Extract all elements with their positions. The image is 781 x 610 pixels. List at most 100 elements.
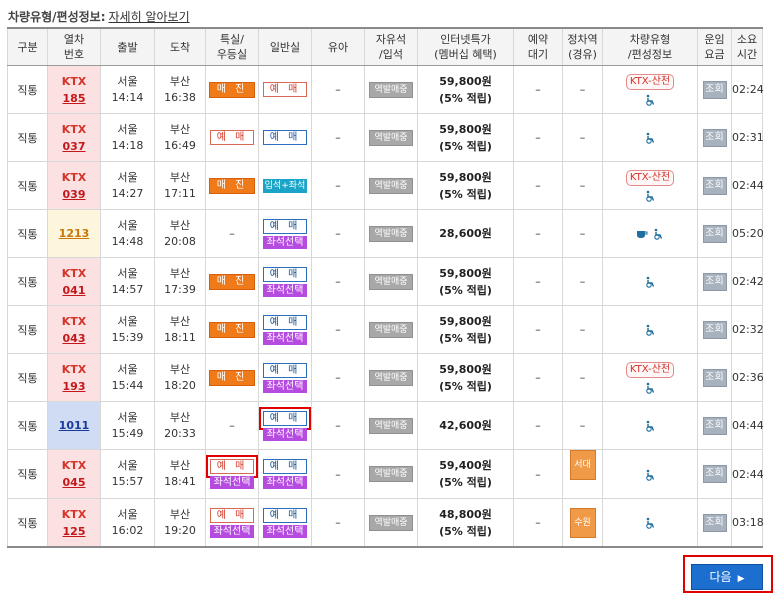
- composition-info-link[interactable]: 자세히 알아보기: [109, 10, 190, 24]
- station-sale-badge: 역발매중: [369, 466, 413, 482]
- standard-cell: 예 매: [258, 113, 312, 162]
- table-row: 직통 1213 서울 14:48 부산 20:08 – 예 매 좌석선택 – 역발매중…: [7, 209, 764, 258]
- reserve-button[interactable]: 예 매: [263, 459, 307, 474]
- waitlist-cell: –: [513, 498, 563, 548]
- station-sale-badge: 역발매중: [369, 273, 413, 290]
- train-no-link[interactable]: 041: [48, 282, 100, 299]
- train-no-link[interactable]: 039: [48, 186, 100, 203]
- fare-cell: 조회: [697, 401, 732, 450]
- fare-inquiry-button[interactable]: 조회: [702, 465, 727, 483]
- fare-inquiry-button[interactable]: 조회: [702, 368, 727, 387]
- train-cell: KTX 037: [47, 113, 101, 162]
- fare-cell: 조회: [697, 209, 732, 258]
- via-cell: 서대구: [562, 449, 603, 499]
- ktx-sancheon-badge[interactable]: KTX-산천: [625, 73, 675, 90]
- via-station-button[interactable]: 서대구: [569, 450, 596, 498]
- waitlist-cell: –: [513, 161, 563, 210]
- train-no-link[interactable]: 125: [48, 523, 100, 540]
- standard-cell: 예 매 좌석선택: [258, 209, 312, 258]
- station-sale-badge: 역발매중: [369, 514, 413, 531]
- dep-cell: 서울 16:02: [100, 498, 155, 548]
- train-no-link[interactable]: 185: [48, 90, 100, 107]
- wheelchair-icon: [646, 382, 655, 394]
- car-type-cell: [602, 209, 698, 258]
- header-wait: 예약 대기: [513, 27, 563, 66]
- header-dur: 소요 시간: [731, 27, 763, 66]
- price-cell: 59,800원 (5% 적립): [417, 65, 514, 114]
- reserve-button[interactable]: 예 매: [210, 507, 254, 523]
- arr-cell: 부산 16:49: [154, 113, 206, 162]
- train-no-link[interactable]: 045: [48, 474, 100, 491]
- waitlist-cell: –: [513, 449, 563, 499]
- duration-cell: 02:32: [731, 305, 764, 354]
- waitlist-cell: –: [513, 65, 563, 114]
- duration-cell: 02:44: [731, 449, 764, 499]
- fare-inquiry-button[interactable]: 조회: [702, 320, 727, 339]
- via-station-button[interactable]: 수원: [569, 507, 596, 538]
- first-class-cell: –: [205, 209, 259, 258]
- first-class-cell: 매 진: [205, 305, 259, 354]
- ktx-sancheon-badge[interactable]: KTX-산천: [625, 169, 675, 186]
- train-no-link[interactable]: 037: [48, 138, 100, 155]
- free-seat-cell: 역발매중: [364, 401, 418, 450]
- fare-inquiry-button[interactable]: 조회: [702, 80, 727, 99]
- type-cell: 직통: [7, 498, 48, 548]
- fare-inquiry-button[interactable]: 조회: [702, 128, 727, 147]
- seat-select-button[interactable]: 좌석선택: [210, 476, 254, 489]
- fare-inquiry-button[interactable]: 조회: [702, 513, 727, 532]
- fare-inquiry-button[interactable]: 조회: [702, 224, 727, 243]
- reserve-button[interactable]: 예 매: [263, 507, 307, 523]
- standard-cell: 예 매 좌석선택: [258, 257, 312, 306]
- reserve-button[interactable]: 예 매: [263, 218, 307, 234]
- car-type-cell: [602, 449, 698, 499]
- fare-inquiry-button[interactable]: 조회: [702, 416, 727, 435]
- free-seat-cell: 역발매중: [364, 257, 418, 306]
- fare-inquiry-button[interactable]: 조회: [702, 176, 727, 195]
- reserve-button[interactable]: 예 매: [263, 130, 307, 145]
- arr-cell: 부산 20:33: [154, 401, 206, 450]
- train-no-link[interactable]: 193: [48, 378, 100, 395]
- wheelchair-icon: [646, 94, 655, 106]
- composition-info-label: 차량유형/편성정보:: [8, 10, 106, 24]
- seat-select-button[interactable]: 좌석선택: [210, 524, 254, 538]
- seat-select-button[interactable]: 좌석선택: [263, 235, 307, 249]
- reserve-button[interactable]: 예 매: [263, 266, 307, 282]
- standard-cell: 예 매좌석선택: [258, 449, 312, 499]
- wheelchair-icon: [646, 324, 655, 336]
- via-cell: –: [562, 257, 603, 306]
- reserve-button[interactable]: 예 매: [263, 314, 307, 330]
- waitlist-cell: –: [513, 401, 563, 450]
- type-cell: 직통: [7, 113, 48, 162]
- train-no-link[interactable]: 043: [48, 330, 100, 347]
- first-class-cell: 매 진: [205, 65, 259, 114]
- child-cell: –: [311, 305, 365, 354]
- wheelchair-icon: [646, 469, 655, 481]
- type-cell: 직통: [7, 257, 48, 306]
- train-no-link[interactable]: 1011: [48, 417, 100, 434]
- seat-select-button[interactable]: 좌석선택: [263, 331, 307, 345]
- station-sale-badge: 역발매중: [369, 369, 413, 386]
- seat-select-button[interactable]: 좌석선택: [263, 427, 307, 441]
- seat-select-button[interactable]: 좌석선택: [263, 476, 307, 489]
- wheelchair-icon: [646, 517, 655, 529]
- child-cell: –: [311, 401, 365, 450]
- ktx-sancheon-badge[interactable]: KTX-산천: [625, 361, 675, 378]
- seat-select-button[interactable]: 좌석선택: [263, 283, 307, 297]
- reserve-button[interactable]: 예 매: [263, 362, 307, 378]
- reserve-button[interactable]: 예 매: [263, 82, 307, 97]
- header-train: 열차 번호: [47, 27, 101, 66]
- reserve-button[interactable]: 예 매: [259, 406, 311, 430]
- child-cell: –: [311, 209, 365, 258]
- sold-out-button: 매 진: [209, 369, 255, 386]
- next-button[interactable]: 다음 ▶: [691, 564, 763, 590]
- seat-select-button[interactable]: 좌석선택: [263, 379, 307, 393]
- waitlist-cell: –: [513, 353, 563, 402]
- arr-cell: 부산 17:39: [154, 257, 206, 306]
- reserve-button[interactable]: 예 매: [210, 130, 254, 145]
- reserve-button[interactable]: 예 매: [206, 455, 258, 478]
- table-row: 직통 KTX 045 서울 15:57 부산 18:41 예 매 좌석선택 예 매 좌석선…: [7, 449, 764, 499]
- train-no-link[interactable]: 1213: [48, 225, 100, 242]
- seat-select-button[interactable]: 좌석선택: [263, 524, 307, 538]
- standing-seat-button[interactable]: 입석+좌석: [263, 179, 307, 193]
- fare-inquiry-button[interactable]: 조회: [702, 272, 727, 291]
